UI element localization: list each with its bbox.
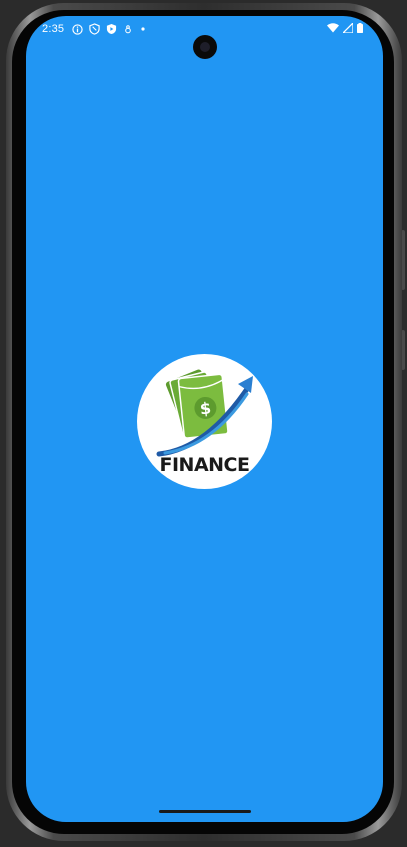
- notification-icons: [72, 23, 147, 35]
- battery-icon: [357, 23, 363, 33]
- device-frame: 2:35 $ FINANCE: [0, 0, 407, 847]
- app-logo: $ FINANCE: [137, 354, 272, 489]
- logo-text: FINANCE: [159, 454, 250, 476]
- svg-text:$: $: [199, 398, 212, 418]
- gesture-nav-handle[interactable]: [159, 810, 251, 813]
- accessibility-icon: [125, 25, 131, 34]
- dot-icon: [141, 27, 145, 31]
- signal-icon: [343, 23, 353, 33]
- front-camera: [193, 35, 217, 59]
- info-icon: [72, 23, 83, 35]
- status-time: 2:35: [42, 23, 65, 35]
- shield-icon: [89, 23, 100, 35]
- wifi-icon: [327, 23, 339, 33]
- app-screen: 2:35 $ FINANCE: [26, 16, 383, 822]
- play-protect-icon: [106, 23, 117, 35]
- system-icons: [327, 23, 363, 33]
